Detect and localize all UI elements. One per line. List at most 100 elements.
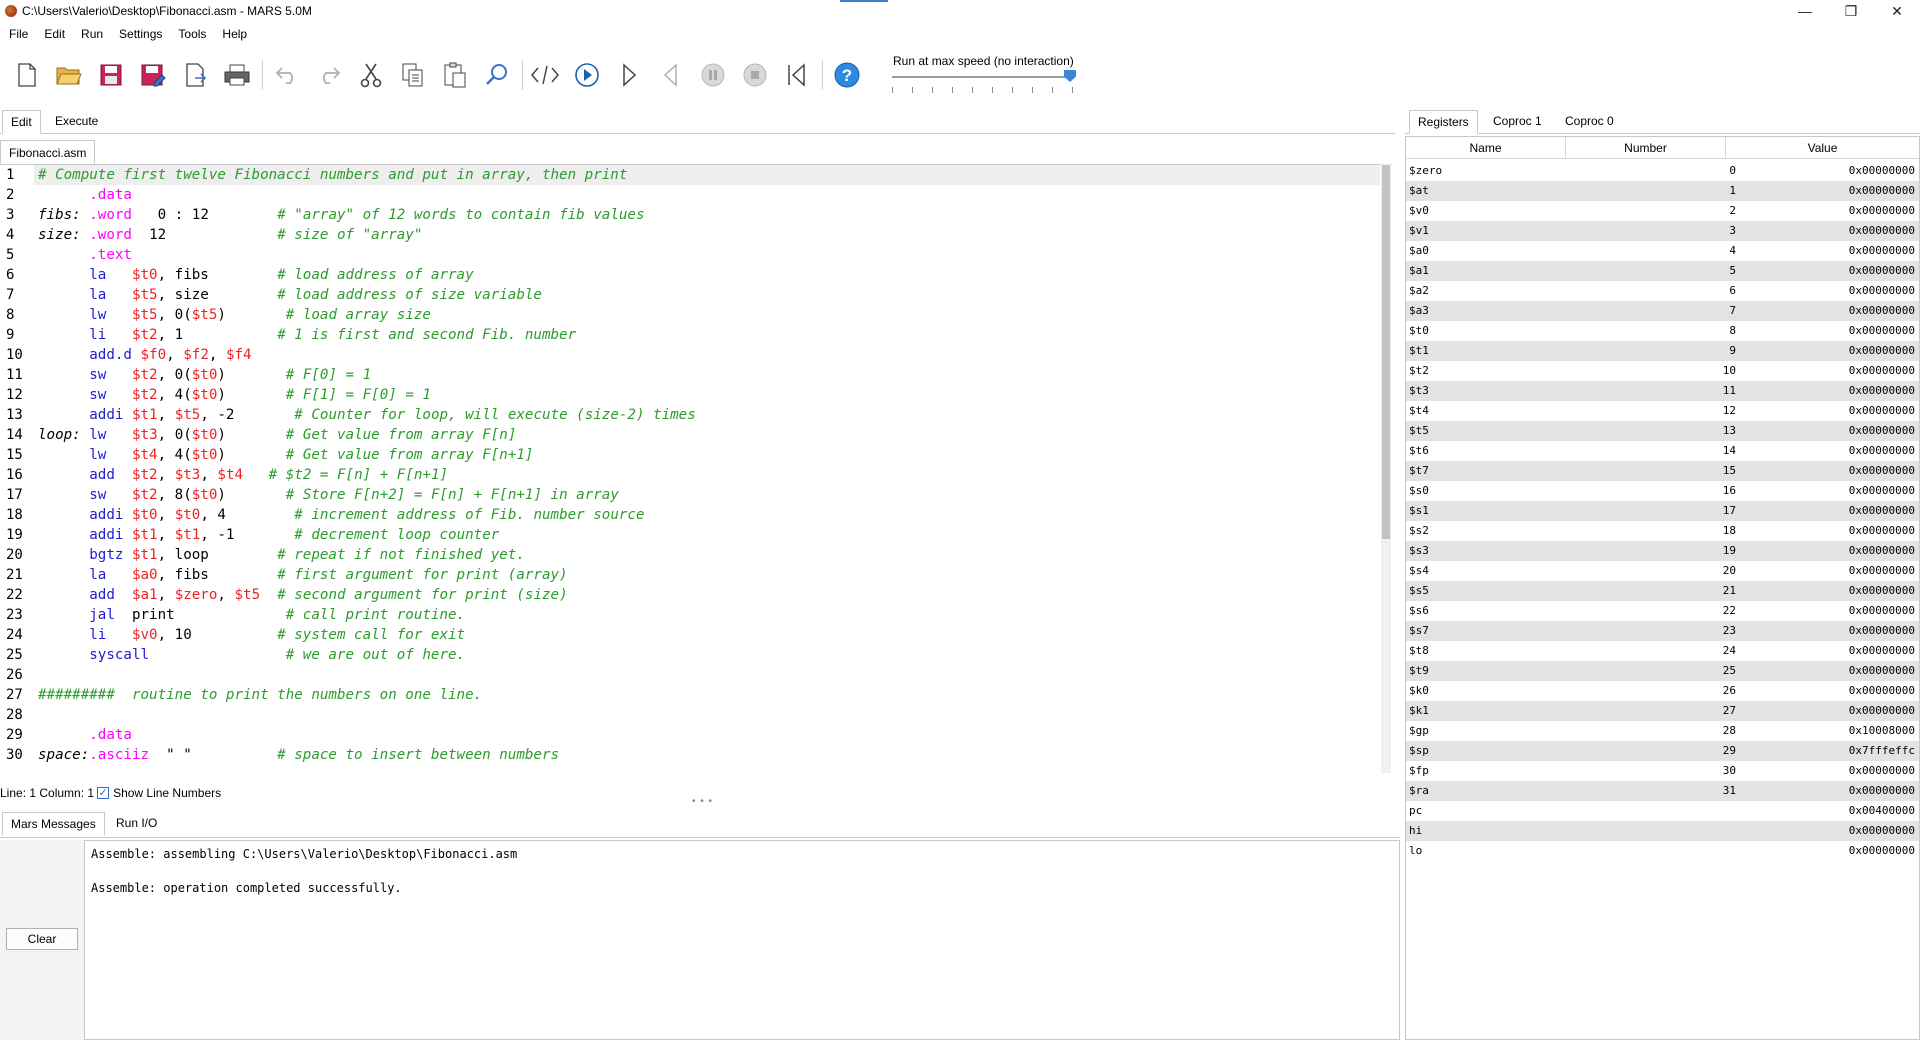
minimize-button[interactable]: — xyxy=(1782,0,1828,22)
tab-mars-messages[interactable]: Mars Messages xyxy=(2,812,105,836)
register-row[interactable]: $ra 31 0x00000000 xyxy=(1406,781,1919,801)
messages-area[interactable]: Assemble: assembling C:\Users\Valerio\De… xyxy=(84,840,1400,1040)
editor-scrollbar-thumb[interactable] xyxy=(1382,165,1390,539)
column-header-number[interactable]: Number xyxy=(1566,137,1726,159)
register-row[interactable]: $s7 23 0x00000000 xyxy=(1406,621,1919,641)
code-line[interactable]: 28 xyxy=(0,705,1380,725)
register-row[interactable]: $t4 12 0x00000000 xyxy=(1406,401,1919,421)
code-line[interactable]: 22 add $a1, $zero, $t5 # second argument… xyxy=(0,585,1380,605)
run-speed-slider[interactable] xyxy=(892,76,1072,78)
register-row[interactable]: $s1 17 0x00000000 xyxy=(1406,501,1919,521)
register-row[interactable]: hi 0x00000000 xyxy=(1406,821,1919,841)
register-value[interactable]: 0x00000000 xyxy=(1849,321,1915,341)
register-value[interactable]: 0x00000000 xyxy=(1849,661,1915,681)
code-line[interactable]: 4 size: .word 12 # size of "array" xyxy=(0,225,1380,245)
register-value[interactable]: 0x00000000 xyxy=(1849,761,1915,781)
register-value[interactable]: 0x00000000 xyxy=(1849,361,1915,381)
menu-run[interactable]: Run xyxy=(73,24,111,44)
register-row[interactable]: $k1 27 0x00000000 xyxy=(1406,701,1919,721)
tab-coproc-0[interactable]: Coproc 0 xyxy=(1557,110,1622,134)
cut-icon[interactable] xyxy=(354,58,388,92)
register-row[interactable]: $t1 9 0x00000000 xyxy=(1406,341,1919,361)
register-row[interactable]: $t0 8 0x00000000 xyxy=(1406,321,1919,341)
find-replace-icon[interactable] xyxy=(480,58,514,92)
column-header-name[interactable]: Name xyxy=(1406,137,1566,159)
code-line[interactable]: 15 lw $t4, 4($t0) # Get value from array… xyxy=(0,445,1380,465)
dump-memory-icon[interactable] xyxy=(178,58,212,92)
register-row[interactable]: pc 0x00400000 xyxy=(1406,801,1919,821)
tab-execute[interactable]: Execute xyxy=(47,110,106,134)
save-as-icon[interactable] xyxy=(136,58,170,92)
code-line[interactable]: 9 li $t2, 1 # 1 is first and second Fib.… xyxy=(0,325,1380,345)
register-row[interactable]: $t2 10 0x00000000 xyxy=(1406,361,1919,381)
tab-edit[interactable]: Edit xyxy=(2,110,41,134)
register-row[interactable]: $s6 22 0x00000000 xyxy=(1406,601,1919,621)
code-line[interactable]: 19 addi $t1, $t1, -1 # decrement loop co… xyxy=(0,525,1380,545)
register-value[interactable]: 0x00000000 xyxy=(1849,281,1915,301)
show-line-numbers-checkbox[interactable]: ✓ xyxy=(97,787,110,799)
register-value[interactable]: 0x00000000 xyxy=(1849,301,1915,321)
code-line[interactable]: 30 space:.asciiz " " # space to insert be… xyxy=(0,745,1380,765)
code-line[interactable]: 10 add.d $f0, $f2, $f4 xyxy=(0,345,1380,365)
print-icon[interactable] xyxy=(220,58,254,92)
register-value[interactable]: 0x00000000 xyxy=(1849,221,1915,241)
register-row[interactable]: $sp 29 0x7fffeffc xyxy=(1406,741,1919,761)
register-value[interactable]: 0x00000000 xyxy=(1849,261,1915,281)
new-file-icon[interactable] xyxy=(10,58,44,92)
register-value[interactable]: 0x00000000 xyxy=(1849,681,1915,701)
register-row[interactable]: $v1 3 0x00000000 xyxy=(1406,221,1919,241)
register-row[interactable]: $v0 2 0x00000000 xyxy=(1406,201,1919,221)
code-line[interactable]: 13 addi $t1, $t5, -2 # Counter for loop,… xyxy=(0,405,1380,425)
menu-settings[interactable]: Settings xyxy=(111,24,170,44)
register-row[interactable]: $s2 18 0x00000000 xyxy=(1406,521,1919,541)
register-row[interactable]: $t3 11 0x00000000 xyxy=(1406,381,1919,401)
run-icon[interactable] xyxy=(570,58,604,92)
register-value[interactable]: 0x00000000 xyxy=(1849,441,1915,461)
register-row[interactable]: $gp 28 0x10008000 xyxy=(1406,721,1919,741)
code-line[interactable]: 12 sw $t2, 4($t0) # F[1] = F[0] = 1 xyxy=(0,385,1380,405)
code-line[interactable]: 27 ######### routine to print the numbers… xyxy=(0,685,1380,705)
register-value[interactable]: 0x00000000 xyxy=(1849,481,1915,501)
save-icon[interactable] xyxy=(94,58,128,92)
register-value[interactable]: 0x00000000 xyxy=(1849,641,1915,661)
register-value[interactable]: 0x00000000 xyxy=(1849,501,1915,521)
code-line[interactable]: 21 la $a0, fibs # first argument for pri… xyxy=(0,565,1380,585)
code-line[interactable]: 23 jal print # call print routine. xyxy=(0,605,1380,625)
stop-icon[interactable] xyxy=(738,58,772,92)
code-line[interactable]: 5 .text xyxy=(0,245,1380,265)
menu-tools[interactable]: Tools xyxy=(170,24,214,44)
register-row[interactable]: $s4 20 0x00000000 xyxy=(1406,561,1919,581)
code-line[interactable]: 17 sw $t2, 8($t0) # Store F[n+2] = F[n] … xyxy=(0,485,1380,505)
register-row[interactable]: $t7 15 0x00000000 xyxy=(1406,461,1919,481)
register-row[interactable]: lo 0x00000000 xyxy=(1406,841,1919,861)
code-line[interactable]: 26 xyxy=(0,665,1380,685)
register-row[interactable]: $fp 30 0x00000000 xyxy=(1406,761,1919,781)
code-line[interactable]: 6 la $t0, fibs # load address of array xyxy=(0,265,1380,285)
register-value[interactable]: 0x00000000 xyxy=(1849,821,1915,841)
restore-button[interactable]: ❐ xyxy=(1828,0,1874,22)
register-value[interactable]: 0x00000000 xyxy=(1849,621,1915,641)
code-line[interactable]: 24 li $v0, 10 # system call for exit xyxy=(0,625,1380,645)
undo-icon[interactable] xyxy=(270,58,304,92)
menu-edit[interactable]: Edit xyxy=(36,24,73,44)
tab-fibonacci-asm[interactable]: Fibonacci.asm xyxy=(0,140,96,164)
register-value[interactable]: 0x00000000 xyxy=(1849,601,1915,621)
register-row[interactable]: $a1 5 0x00000000 xyxy=(1406,261,1919,281)
tab-coproc-1[interactable]: Coproc 1 xyxy=(1485,110,1550,134)
copy-icon[interactable] xyxy=(396,58,430,92)
paste-icon[interactable] xyxy=(438,58,472,92)
menu-help[interactable]: Help xyxy=(214,24,255,44)
code-line[interactable]: 20 bgtz $t1, loop # repeat if not finish… xyxy=(0,545,1380,565)
register-value[interactable]: 0x00000000 xyxy=(1849,541,1915,561)
register-value[interactable]: 0x00000000 xyxy=(1849,521,1915,541)
code-line[interactable]: 29 .data xyxy=(0,725,1380,745)
code-line[interactable]: 7 la $t5, size # load address of size va… xyxy=(0,285,1380,305)
code-line[interactable]: 8 lw $t5, 0($t5) # load array size xyxy=(0,305,1380,325)
register-value[interactable]: 0x7fffeffc xyxy=(1849,741,1915,761)
register-row[interactable]: $t8 24 0x00000000 xyxy=(1406,641,1919,661)
code-editor[interactable]: 1 # Compute first twelve Fibonacci number… xyxy=(0,164,1392,773)
register-row[interactable]: $zero 0 0x00000000 xyxy=(1406,161,1919,181)
help-icon[interactable]: ? xyxy=(830,58,864,92)
register-value[interactable]: 0x10008000 xyxy=(1849,721,1915,741)
code-line[interactable]: 11 sw $t2, 0($t0) # F[0] = 1 xyxy=(0,365,1380,385)
